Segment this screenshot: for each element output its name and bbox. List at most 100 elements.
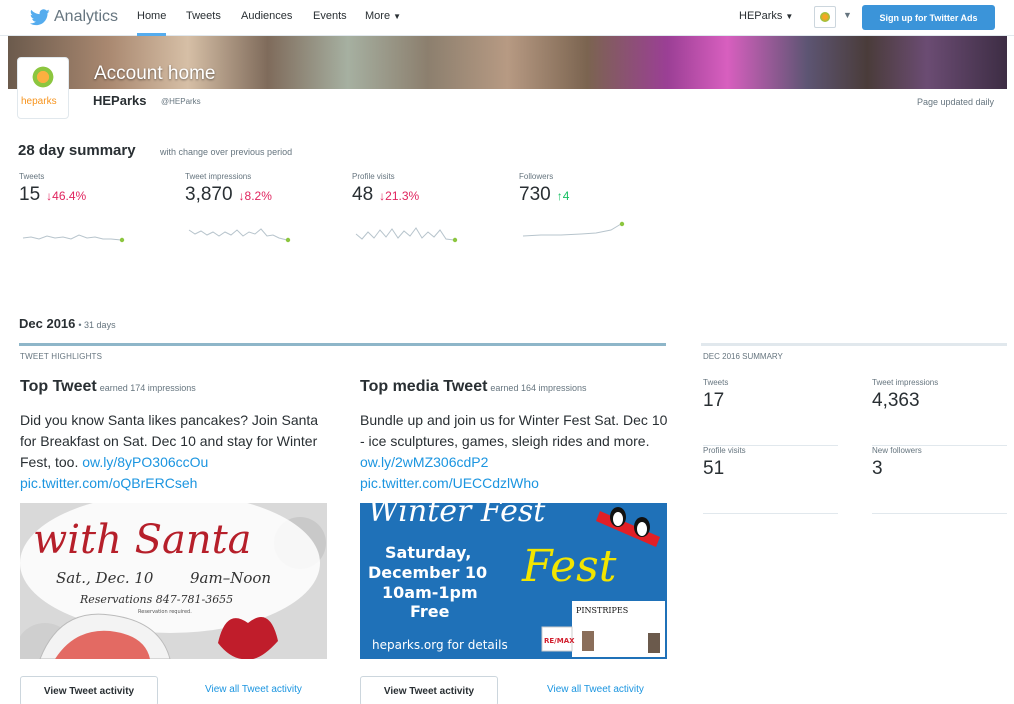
top-nav: Analytics Home Tweets Audiences Events M… xyxy=(0,0,1014,36)
fest-title-top: Winter Fest xyxy=(368,503,546,529)
top-tweet-text: Did you know Santa likes pancakes? Join … xyxy=(20,410,330,494)
cell-label: Tweet impressions xyxy=(872,378,939,387)
stat-value: 730 xyxy=(519,184,551,205)
stat-change: ↓21.3% xyxy=(379,189,420,203)
stat-value: 3,870 xyxy=(185,184,233,205)
fest-sponsor: PINSTRIPES xyxy=(576,606,628,615)
top-media-tweet: Top media Tweet earned 164 impressions Bu… xyxy=(360,378,670,494)
update-note: Page updated daily xyxy=(916,97,994,107)
twitter-bird-icon xyxy=(30,8,50,25)
santa-time: 9am–Noon xyxy=(190,569,271,587)
sparkline-chart xyxy=(522,221,625,237)
stat-followers: Followers 730 ↑4 xyxy=(519,172,669,252)
view-all-tweet-activity-link[interactable]: View all Tweet activity xyxy=(205,684,302,695)
sparkline-chart xyxy=(355,227,458,243)
winter-fest-flyer: Winter Fest Saturday, December 10 10am-1… xyxy=(360,503,667,659)
cell-label: New followers xyxy=(872,446,922,455)
page-title: Account home xyxy=(94,63,216,84)
month-days: • 31 days xyxy=(78,320,116,330)
sun-leaf-logo-icon xyxy=(31,65,55,89)
summary-cell-tweets: Tweets 17 xyxy=(703,378,838,446)
stat-value: 48 xyxy=(352,184,374,205)
santa-breakfast-image[interactable]: with Santa Sat., Dec. 10 9am–Noon Reserv… xyxy=(20,503,327,659)
account-switcher-label: HEParks xyxy=(739,10,783,22)
cell-value: 17 xyxy=(703,390,725,411)
cell-label: Profile visits xyxy=(703,446,746,455)
view-all-tweet-activity-link[interactable]: View all Tweet activity xyxy=(547,684,644,695)
avatar[interactable] xyxy=(814,6,836,28)
cell-value: 51 xyxy=(703,458,725,479)
chevron-down-icon: ▼ xyxy=(785,12,794,21)
analytics-brand[interactable]: Analytics xyxy=(30,6,118,28)
twitter-ads-signup-button[interactable]: Sign up for Twitter Ads xyxy=(862,5,995,30)
cell-label: Tweets xyxy=(703,378,729,387)
top-tweet: Top Tweet earned 174 impressions Did you … xyxy=(20,378,330,494)
santa-reservations: Reservations 847-781-3655 xyxy=(79,593,233,606)
nav-home[interactable]: Home xyxy=(137,10,167,36)
summary-cell-new-followers: New followers 3 xyxy=(872,446,1007,514)
winter-fest-image[interactable]: Winter Fest Saturday, December 10 10am-1… xyxy=(360,503,667,659)
stat-profile-visits: Profile visits 48 ↓21.3% xyxy=(352,172,502,252)
profile-avatar[interactable]: heparks xyxy=(17,57,69,119)
santa-headline: with Santa xyxy=(33,517,252,563)
stat-tweet-impressions: Tweet impressions 3,870 ↓8.2% xyxy=(185,172,335,252)
stat-label: Tweets xyxy=(19,172,45,181)
nav-audiences[interactable]: Audiences xyxy=(241,10,292,22)
stat-tweets: Tweets 15 ↓46.4% xyxy=(19,172,169,252)
cell-value: 3 xyxy=(872,458,883,479)
tweet-link[interactable]: ow.ly/2wMZ306cdP2 xyxy=(360,454,488,470)
sparkline-chart xyxy=(22,234,125,243)
brand-label: Analytics xyxy=(54,8,119,25)
nav-more-label: More xyxy=(365,10,391,22)
fest-footer: heparks.org for details xyxy=(372,638,508,652)
tweet-pic-link[interactable]: pic.twitter.com/UECCdzlWho xyxy=(360,475,539,491)
top-media-earned: earned 164 impressions xyxy=(490,383,587,393)
summary-title: 28 day summary xyxy=(18,142,136,159)
tweet-link[interactable]: ow.ly/8yPO306ccOu xyxy=(82,454,208,470)
santa-date: Sat., Dec. 10 xyxy=(56,569,154,587)
summary-cell-profile-visits: Profile visits 51 xyxy=(703,446,838,514)
cell-value: 4,363 xyxy=(872,390,920,411)
account-name: HEParks xyxy=(93,93,147,108)
stat-label: Followers xyxy=(519,172,554,181)
stat-value: 15 xyxy=(19,184,41,205)
top-media-text: Bundle up and join us for Winter Fest Sa… xyxy=(360,410,670,494)
fest-line1: Saturday, xyxy=(385,543,471,562)
chevron-down-icon: ▼ xyxy=(393,12,401,21)
month-title: Dec 2016 xyxy=(19,316,76,331)
fest-big-word: Fest xyxy=(521,541,617,592)
fest-remax: RE/MAX xyxy=(544,637,575,645)
summary-cell-impressions: Tweet impressions 4,363 xyxy=(872,378,1007,446)
stat-label: Tweet impressions xyxy=(185,172,252,181)
sparkline-chart xyxy=(188,228,291,243)
stat-change: ↑4 xyxy=(556,189,570,203)
divider xyxy=(19,343,666,346)
santa-flyer: with Santa Sat., Dec. 10 9am–Noon Reserv… xyxy=(20,503,327,659)
view-media-tweet-activity-button[interactable]: View Tweet activity xyxy=(360,676,498,704)
fest-line4: Free xyxy=(410,602,450,621)
stat-change: ↓46.4% xyxy=(46,189,87,203)
account-switcher[interactable]: HEParks ▼ xyxy=(739,10,793,22)
nav-tweets[interactable]: Tweets xyxy=(186,10,221,22)
chevron-down-icon[interactable]: ▼ xyxy=(843,10,852,20)
heparks-logo-icon xyxy=(820,12,830,22)
summary-subtitle: with change over previous period xyxy=(160,147,293,157)
top-tweet-title: Top Tweet xyxy=(20,378,97,395)
tweet-text: Bundle up and join us for Winter Fest Sa… xyxy=(360,412,668,449)
top-media-title: Top media Tweet xyxy=(360,378,488,395)
top-tweet-earned: earned 174 impressions xyxy=(99,383,196,393)
santa-required: Reservation required. xyxy=(138,609,192,615)
tweet-pic-link[interactable]: pic.twitter.com/oQBrERCseh xyxy=(20,475,197,491)
tweet-highlights-label: TWEET HIGHLIGHTS xyxy=(20,352,103,361)
nav-events[interactable]: Events xyxy=(313,10,347,22)
stat-label: Profile visits xyxy=(352,172,395,181)
month-heading: Dec 2016 • 31 days xyxy=(19,316,116,331)
view-tweet-activity-button[interactable]: View Tweet activity xyxy=(20,676,158,704)
divider xyxy=(701,343,1007,346)
fest-line3: 10am-1pm xyxy=(382,583,478,602)
account-handle: @HEParks xyxy=(161,97,201,106)
stat-change: ↓8.2% xyxy=(238,189,272,203)
logo-text: heparks xyxy=(21,96,57,107)
nav-more[interactable]: More ▼ xyxy=(365,10,401,22)
fest-line2: December 10 xyxy=(368,563,487,582)
